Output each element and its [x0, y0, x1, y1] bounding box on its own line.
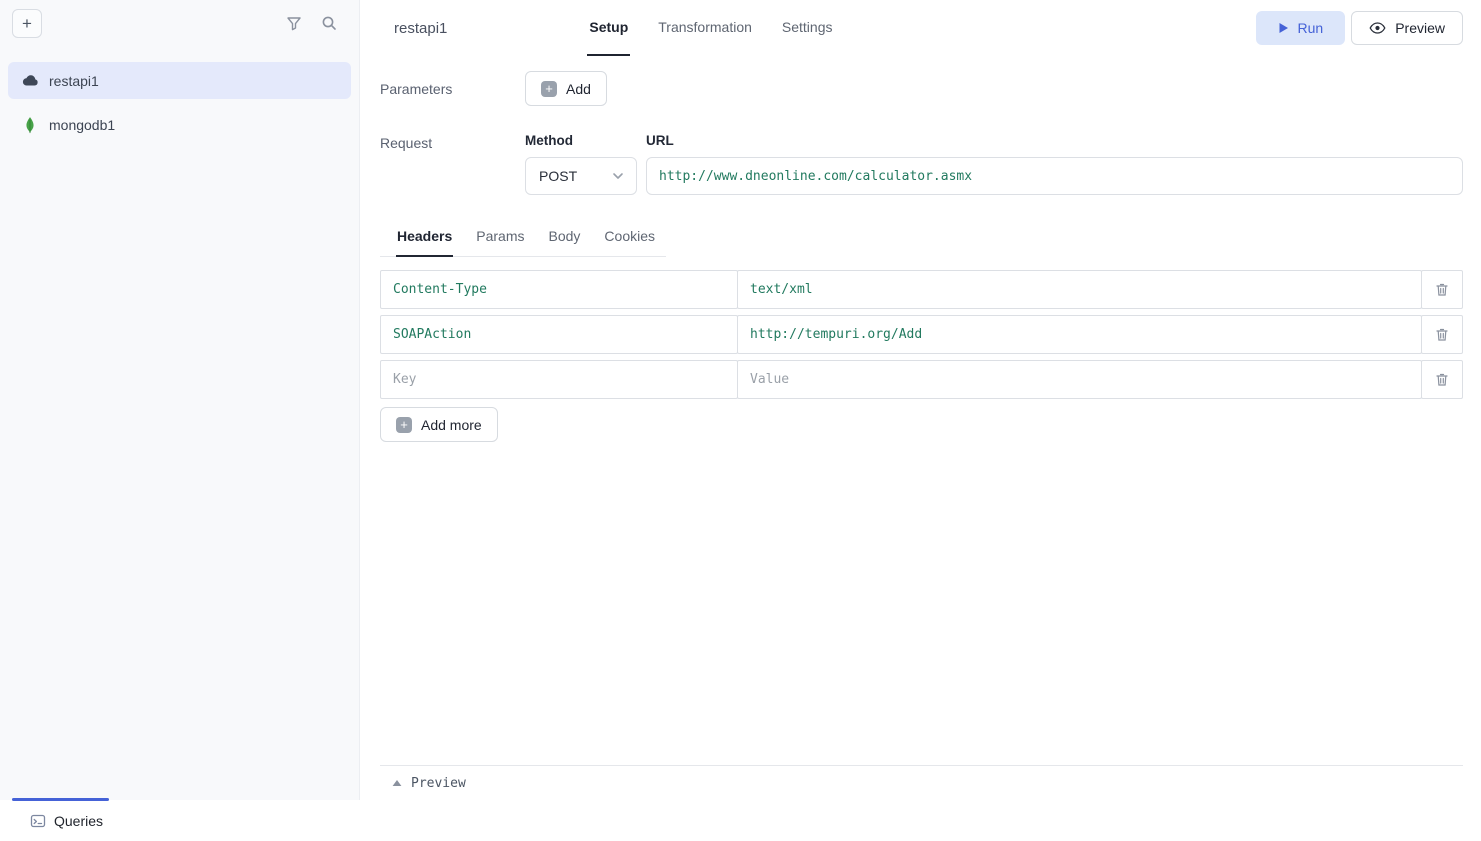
queries-label: Queries [54, 813, 103, 829]
header-row: Content-Type text/xml [380, 270, 1463, 309]
request-fields: Method POST URL [525, 133, 1463, 195]
play-icon [1278, 22, 1289, 34]
request-label: Request [380, 133, 525, 151]
header-key-input[interactable]: Content-Type [380, 270, 738, 309]
tab-setup[interactable]: Setup [587, 0, 630, 56]
url-label: URL [646, 133, 1463, 148]
header-value-input[interactable] [737, 360, 1422, 399]
response-preview-toggle[interactable]: Preview [380, 765, 1463, 800]
query-header: restapi1 Setup Transformation Settings R… [360, 0, 1481, 56]
trash-icon [1435, 327, 1449, 342]
header-actions: Run Preview [1256, 11, 1463, 45]
rest-api-icon [21, 72, 39, 90]
delete-row-button[interactable] [1421, 360, 1463, 399]
search-icon[interactable] [321, 15, 337, 31]
sidebar-toolbar: + [0, 0, 359, 46]
active-tab-indicator [12, 798, 109, 801]
header-value-input[interactable]: text/xml [737, 270, 1422, 309]
query-tabs: Setup Transformation Settings [587, 0, 834, 56]
header-key-input[interactable]: SOAPAction [380, 315, 738, 354]
query-list: restapi1 mongodb1 [0, 46, 359, 143]
add-parameter-button[interactable]: + Add [525, 71, 607, 106]
plus-icon: + [541, 81, 557, 97]
preview-button[interactable]: Preview [1351, 11, 1463, 45]
parameters-row: Parameters + Add [380, 71, 1463, 106]
mongodb-icon [21, 116, 39, 134]
header-value-input[interactable]: http://tempuri.org/Add [737, 315, 1422, 354]
trash-icon [1435, 282, 1449, 297]
sidebar-toolbar-icons [286, 15, 337, 31]
preview-button-label: Preview [1395, 20, 1445, 36]
delete-row-button[interactable] [1421, 270, 1463, 309]
tab-cookies[interactable]: Cookies [603, 228, 656, 257]
tab-transformation[interactable]: Transformation [656, 0, 754, 56]
method-field: Method POST [525, 133, 637, 195]
add-more-label: Add more [421, 417, 482, 433]
parameters-label: Parameters [380, 80, 525, 97]
run-button-label: Run [1298, 20, 1324, 36]
trash-icon [1435, 372, 1449, 387]
response-preview-label: Preview [411, 776, 466, 791]
tab-queries[interactable]: Queries [12, 813, 121, 829]
add-parameter-label: Add [566, 81, 591, 97]
main-panel: restapi1 Setup Transformation Settings R… [360, 0, 1481, 800]
new-query-button[interactable]: + [12, 9, 42, 38]
setup-form: Parameters + Add Request Method POST [360, 56, 1481, 800]
eye-icon [1369, 21, 1386, 35]
queries-icon [30, 813, 46, 829]
url-field: URL http://www.dneonline.com/calculator.… [646, 133, 1463, 195]
header-row [380, 360, 1463, 399]
url-input[interactable]: http://www.dneonline.com/calculator.asmx [646, 157, 1463, 195]
request-config-tabs: Headers Params Body Cookies [380, 228, 666, 257]
headers-table: Content-Type text/xml SOAPAction [380, 270, 1463, 399]
filter-icon[interactable] [286, 15, 302, 31]
method-select[interactable]: POST [525, 157, 637, 195]
content-row: + [0, 0, 1481, 800]
tab-headers[interactable]: Headers [396, 228, 453, 257]
tab-body[interactable]: Body [548, 228, 582, 257]
sidebar-item-label: mongodb1 [49, 117, 115, 133]
run-button[interactable]: Run [1256, 11, 1346, 45]
query-title: restapi1 [394, 20, 447, 37]
request-row: Request Method POST [380, 133, 1463, 195]
chevron-down-icon [610, 168, 626, 184]
app-root: + [0, 0, 1481, 841]
header-row: SOAPAction http://tempuri.org/Add [380, 315, 1463, 354]
collapse-up-icon [392, 779, 402, 787]
sidebar: + [0, 0, 360, 800]
method-label: Method [525, 133, 637, 148]
sidebar-item-label: restapi1 [49, 73, 99, 89]
sidebar-item-mongodb1[interactable]: mongodb1 [8, 106, 351, 143]
bottom-bar: Queries [0, 800, 1481, 841]
sidebar-item-restapi1[interactable]: restapi1 [8, 62, 351, 99]
tab-params[interactable]: Params [475, 228, 525, 257]
header-key-input[interactable] [380, 360, 738, 399]
add-more-button[interactable]: + Add more [380, 407, 498, 442]
tab-settings[interactable]: Settings [780, 0, 835, 56]
plus-icon: + [396, 417, 412, 433]
delete-row-button[interactable] [1421, 315, 1463, 354]
method-value: POST [539, 168, 577, 184]
